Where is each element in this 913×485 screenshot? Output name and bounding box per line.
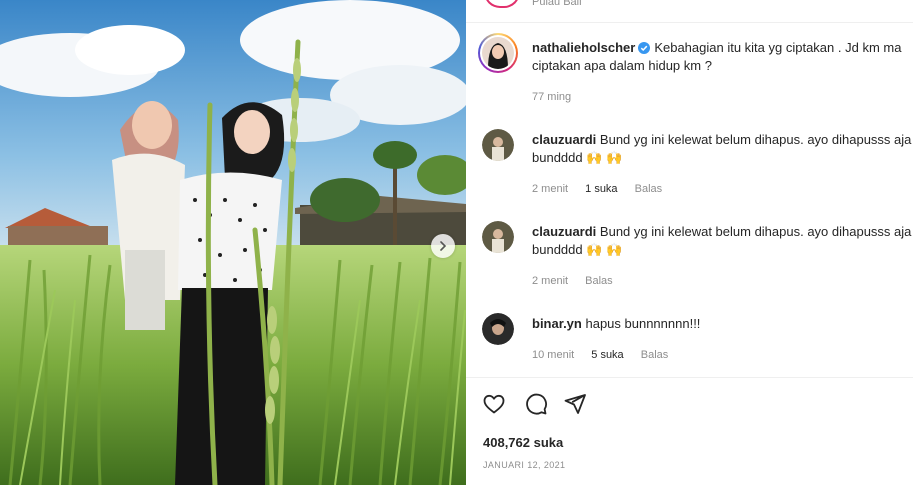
author-avatar-header[interactable] [484,0,520,8]
comment-age[interactable]: 2 menit [532,275,568,287]
next-photo-button[interactable] [431,234,455,258]
actions-divider [466,377,913,378]
post-date[interactable]: JANUARI 12, 2021 [483,460,565,470]
comment-likes[interactable]: 1 suka [585,183,617,195]
commenter-avatar[interactable] [482,129,514,161]
commenter-avatar[interactable] [482,221,514,253]
comment-username[interactable]: clauzuardi [532,132,596,147]
comment-likes[interactable]: 5 suka [591,349,623,361]
comment-meta: 10 menit 5 suka Balas [532,349,682,361]
comment-username[interactable]: binar.yn [532,316,582,331]
like-count[interactable]: 408,762 suka [483,435,563,450]
author-avatar[interactable] [478,33,518,73]
comment-username[interactable]: clauzuardi [532,224,596,239]
send-icon[interactable] [563,392,587,416]
reply-button[interactable]: Balas [635,183,663,195]
commenter-avatar[interactable] [482,313,514,345]
comment-body: hapus bunnnnnnn!!! [585,316,701,331]
comment-icon[interactable] [524,392,548,416]
comment-text: clauzuardi Bund yg ini kelewat belum dih… [532,131,912,167]
comment-age[interactable]: 10 menit [532,349,574,361]
caption-text: nathalieholscher Kebahagian itu kita yg c… [532,39,912,75]
post-header: Pulau Bali [466,0,913,23]
post-photo[interactable] [0,0,466,485]
verified-badge-icon [638,42,651,54]
heart-icon[interactable] [482,392,506,416]
caption-meta: 77 ming [532,91,585,103]
caption-age[interactable]: 77 ming [532,91,571,103]
comment-meta: 2 menit Balas [532,275,627,287]
comment-meta: 2 menit 1 suka Balas [532,183,676,195]
comment-age[interactable]: 2 menit [532,183,568,195]
chevron-right-icon [440,241,447,251]
author-username[interactable]: nathalieholscher [532,40,635,55]
comment-text: binar.yn hapus bunnnnnnn!!! [532,315,912,333]
post-location[interactable]: Pulau Bali [532,0,582,8]
reply-button[interactable]: Balas [641,349,669,361]
comment-text: clauzuardi Bund yg ini kelewat belum dih… [532,223,912,259]
reply-button[interactable]: Balas [585,275,613,287]
